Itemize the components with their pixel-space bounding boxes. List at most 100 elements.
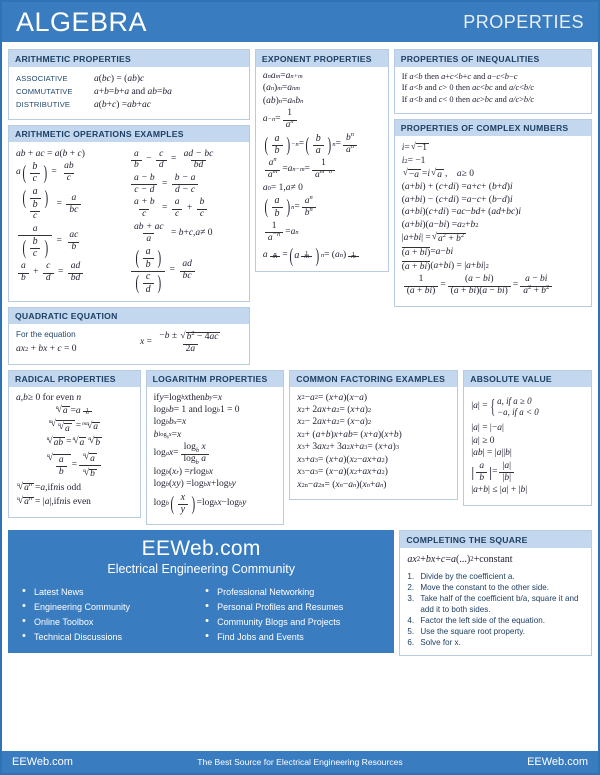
- footer-right-brand[interactable]: EEWeb.com: [527, 756, 588, 768]
- formula: b logbx = x: [153, 429, 182, 440]
- panel-absolute-value: ABSOLUTE VALUE | a | = { a, if a ≥ 0 −a, i…: [463, 369, 592, 506]
- formula: if y = log b x then by = x: [153, 392, 223, 403]
- list-item: 3. Take half of the coefficient b/a, squa…: [407, 594, 579, 614]
- property-formula: a + b = b + a and ab = ba: [94, 86, 172, 97]
- formula: 1 (a + bi) = (a − bi) (a + bi)(a − bi) = a…: [402, 274, 584, 297]
- formula: n √ an = a, if n is odd: [17, 481, 82, 494]
- formula: log b b = 1 and log b 1 = 0: [153, 404, 240, 415]
- panel-exponent-properties: EXPONENT PROPERTIES anam = a n+m (a n) m = …: [254, 49, 389, 273]
- completing-square-steps: 1. Divide by the coefficient a. 2. Move th…: [407, 572, 584, 649]
- list-item: 5. Use the square root property.: [407, 627, 526, 637]
- promo-links: Latest News Engineering Community Online…: [18, 584, 384, 644]
- formula: (a + bi)(a − bi) = a2 + b2: [401, 219, 479, 230]
- panel-factoring: COMMON FACTORING EXAMPLES x2 − a2 = (x +…: [289, 369, 459, 501]
- property-formula: a(b + c) = ab + ac: [94, 99, 151, 110]
- operations-right-column: ab − cd = ad − bc bd a − bc − d = b − ad …: [129, 147, 242, 298]
- completing-square-column: COMPLETING THE SQUARE ax 2 + bx + c = a (.…: [399, 530, 592, 661]
- formula: anam = a n+m: [262, 71, 303, 81]
- formula: i = √ −1: [401, 141, 430, 154]
- formula: If a < b then a + c < b + c and a − c < …: [401, 72, 518, 81]
- panel-title: PROPERTIES OF COMPLEX NUMBERS: [394, 119, 591, 137]
- middle-column: EXPONENT PROPERTIES anam = a n+m (a n) m = …: [254, 49, 389, 277]
- formula: a − bc − d = b − ad − c: [129, 173, 242, 196]
- list-item[interactable]: Find Jobs and Events: [201, 629, 384, 644]
- panel-title: ABSOLUTE VALUE: [464, 370, 591, 387]
- formula: |ab| = |a||b|: [471, 448, 512, 459]
- list-item[interactable]: Technical Discussions: [18, 629, 201, 644]
- formula: a(b c) = ab c: [16, 160, 74, 185]
- formula: | a + b | ≤ | a | + | b |: [471, 485, 528, 496]
- formula: x2 + (a + b) x + ab = (x + a)(x + b): [297, 429, 402, 440]
- formula: a0 = 1, a ≠ 0: [262, 182, 303, 193]
- formula: | a | = |− a |: [471, 423, 504, 434]
- logarithm-column: LOGARITHM PROPERTIES if y = log b x then …: [145, 369, 285, 531]
- quadratic-intro: For the equation: [16, 329, 76, 339]
- formula: log b bx = x: [153, 417, 187, 428]
- list-item[interactable]: Professional Networking: [201, 584, 384, 599]
- table-row: ASSOCIATIVE a(bc) = (ab) c: [16, 74, 242, 84]
- panel-title: LOGARITHM PROPERTIES: [146, 370, 284, 387]
- formula: a(b c) = ac b: [16, 224, 129, 260]
- formula: n √ an = | a |, if n is even: [17, 495, 91, 508]
- formula: √ −a = i √ a, a ≥ 0: [402, 168, 474, 180]
- bottom-row: EEWeb.com Electrical Engineering Communi…: [8, 530, 592, 661]
- formula: If a < b and c < 0 then ac > bc and a/c …: [401, 94, 535, 104]
- formula: x 2n − a 2n = (x n − a n)(x n + a n): [297, 479, 387, 490]
- list-item[interactable]: Community Blogs and Projects: [201, 614, 384, 629]
- formula: (a b) c = a bc: [16, 187, 129, 222]
- formula: x3 − a3 = (x − a)(x 2 + ax + a 2): [297, 467, 388, 478]
- property-formula: a(bc) = (ab) c: [94, 73, 145, 84]
- list-item[interactable]: Personal Profiles and Resumes: [201, 599, 384, 614]
- panel-logarithm-properties: LOGARITHM PROPERTIES if y = log b x then …: [145, 369, 285, 526]
- promo-links-left: Latest News Engineering Community Online…: [18, 584, 201, 644]
- quadratic-intro-block: For the equation ax 2 + bx + c = 0: [16, 330, 136, 357]
- formula: x2 + 2 ax + a2 = (x + a) 2: [297, 404, 372, 415]
- panel-arithmetic-properties: ARITHMETIC PROPERTIES ASSOCIATIVE a(bc) …: [8, 49, 250, 120]
- panel-completing-the-square: COMPLETING THE SQUARE ax 2 + bx + c = a (.…: [399, 530, 592, 657]
- title-bar: ALGEBRA PROPERTIES: [2, 2, 598, 44]
- list-item: 1. Divide by the coefficient a.: [407, 571, 515, 581]
- formula: (ab)n = anbn: [262, 95, 304, 106]
- formula: (a + bi) + (c + di) = a + c + (b + d) i: [401, 182, 513, 193]
- property-label: DISTRIBUTIVE: [16, 100, 71, 109]
- formula: n√ab = n√an√b: [46, 436, 103, 448]
- panel-quadratic-equation: QUADRATIC EQUATION For the equation ax 2 …: [8, 306, 250, 365]
- panel-radical-properties: RADICAL PROPERTIES a, b ≥ 0 for even n n…: [8, 369, 141, 518]
- formula: x2 − a2 = (x + a)(x − a): [297, 392, 368, 403]
- right-column: PROPERTIES OF INEQUALITIES If a < b then…: [393, 49, 592, 312]
- list-item[interactable]: Online Toolbox: [18, 614, 201, 629]
- footer-left-brand[interactable]: EEWeb.com: [12, 756, 73, 768]
- footer-tagline: The Best Source for Electrical Engineeri…: [197, 757, 403, 767]
- radical-condition: a, b ≥ 0 for even n: [16, 392, 82, 403]
- formula: (a + bi)(a + bi) = | a + bi | 2: [401, 260, 489, 272]
- formula: ab + ac a = b + c,a ≠ 0: [133, 221, 213, 244]
- formula: (a b)(c d) = ad bc: [129, 247, 242, 295]
- list-item: 6. Solve for x.: [407, 638, 461, 648]
- formula: If a < b and c > 0 then ac < bc and a/c …: [401, 83, 535, 93]
- formula: a + bc = ac + bc: [129, 197, 242, 220]
- page-subtitle: PROPERTIES: [463, 11, 584, 32]
- content-area: ARITHMETIC PROPERTIES ASSOCIATIVE a(bc) …: [2, 44, 598, 661]
- formula: anm = (a 1 m) n = (a n) 1 m: [263, 246, 381, 267]
- panel-title: PROPERTIES OF INEQUALITIES: [394, 50, 591, 67]
- operations-left-column: ab + ac = a(b + c) a(b c) = ab c (a b) c = a…: [16, 147, 129, 298]
- formula: ab + ac = a(b + c): [16, 148, 85, 159]
- list-item[interactable]: Latest News: [18, 584, 201, 599]
- list-item: 2. Move the constant to the other side.: [407, 582, 550, 592]
- formula: |ab| = |a||b|: [471, 461, 584, 484]
- formula: m √ n √ a = mn √ a: [48, 418, 101, 434]
- eeweb-promo-block[interactable]: EEWeb.com Electrical Engineering Communi…: [8, 530, 395, 654]
- list-item[interactable]: Engineering Community: [18, 599, 201, 614]
- formula: (a + bi) = a − bi: [401, 246, 454, 258]
- formula: | a | ≥ 0: [471, 435, 495, 446]
- formula: a −n = 1 an: [263, 108, 381, 131]
- absolute-value-column: ABSOLUTE VALUE | a | = { a, if a ≥ 0 −a, i…: [463, 369, 592, 511]
- formula: log a x = logb x logb a: [154, 442, 277, 466]
- radical-column: RADICAL PROPERTIES a, b ≥ 0 for even n n…: [8, 369, 141, 523]
- panel-title: QUADRATIC EQUATION: [9, 307, 249, 325]
- panel-complex-numbers: PROPERTIES OF COMPLEX NUMBERS i = √ −1 i2…: [393, 118, 592, 307]
- formula: log b(x r) = r log b x: [153, 466, 213, 477]
- formula: x3 + 3 ax 2 + 3a2x + a3 = (x + a) 3: [297, 442, 400, 453]
- piecewise-line-2: −a, if a < 0: [497, 407, 539, 418]
- table-row: COMMUTATIVE a + b = b + a and ab = ba: [16, 87, 242, 97]
